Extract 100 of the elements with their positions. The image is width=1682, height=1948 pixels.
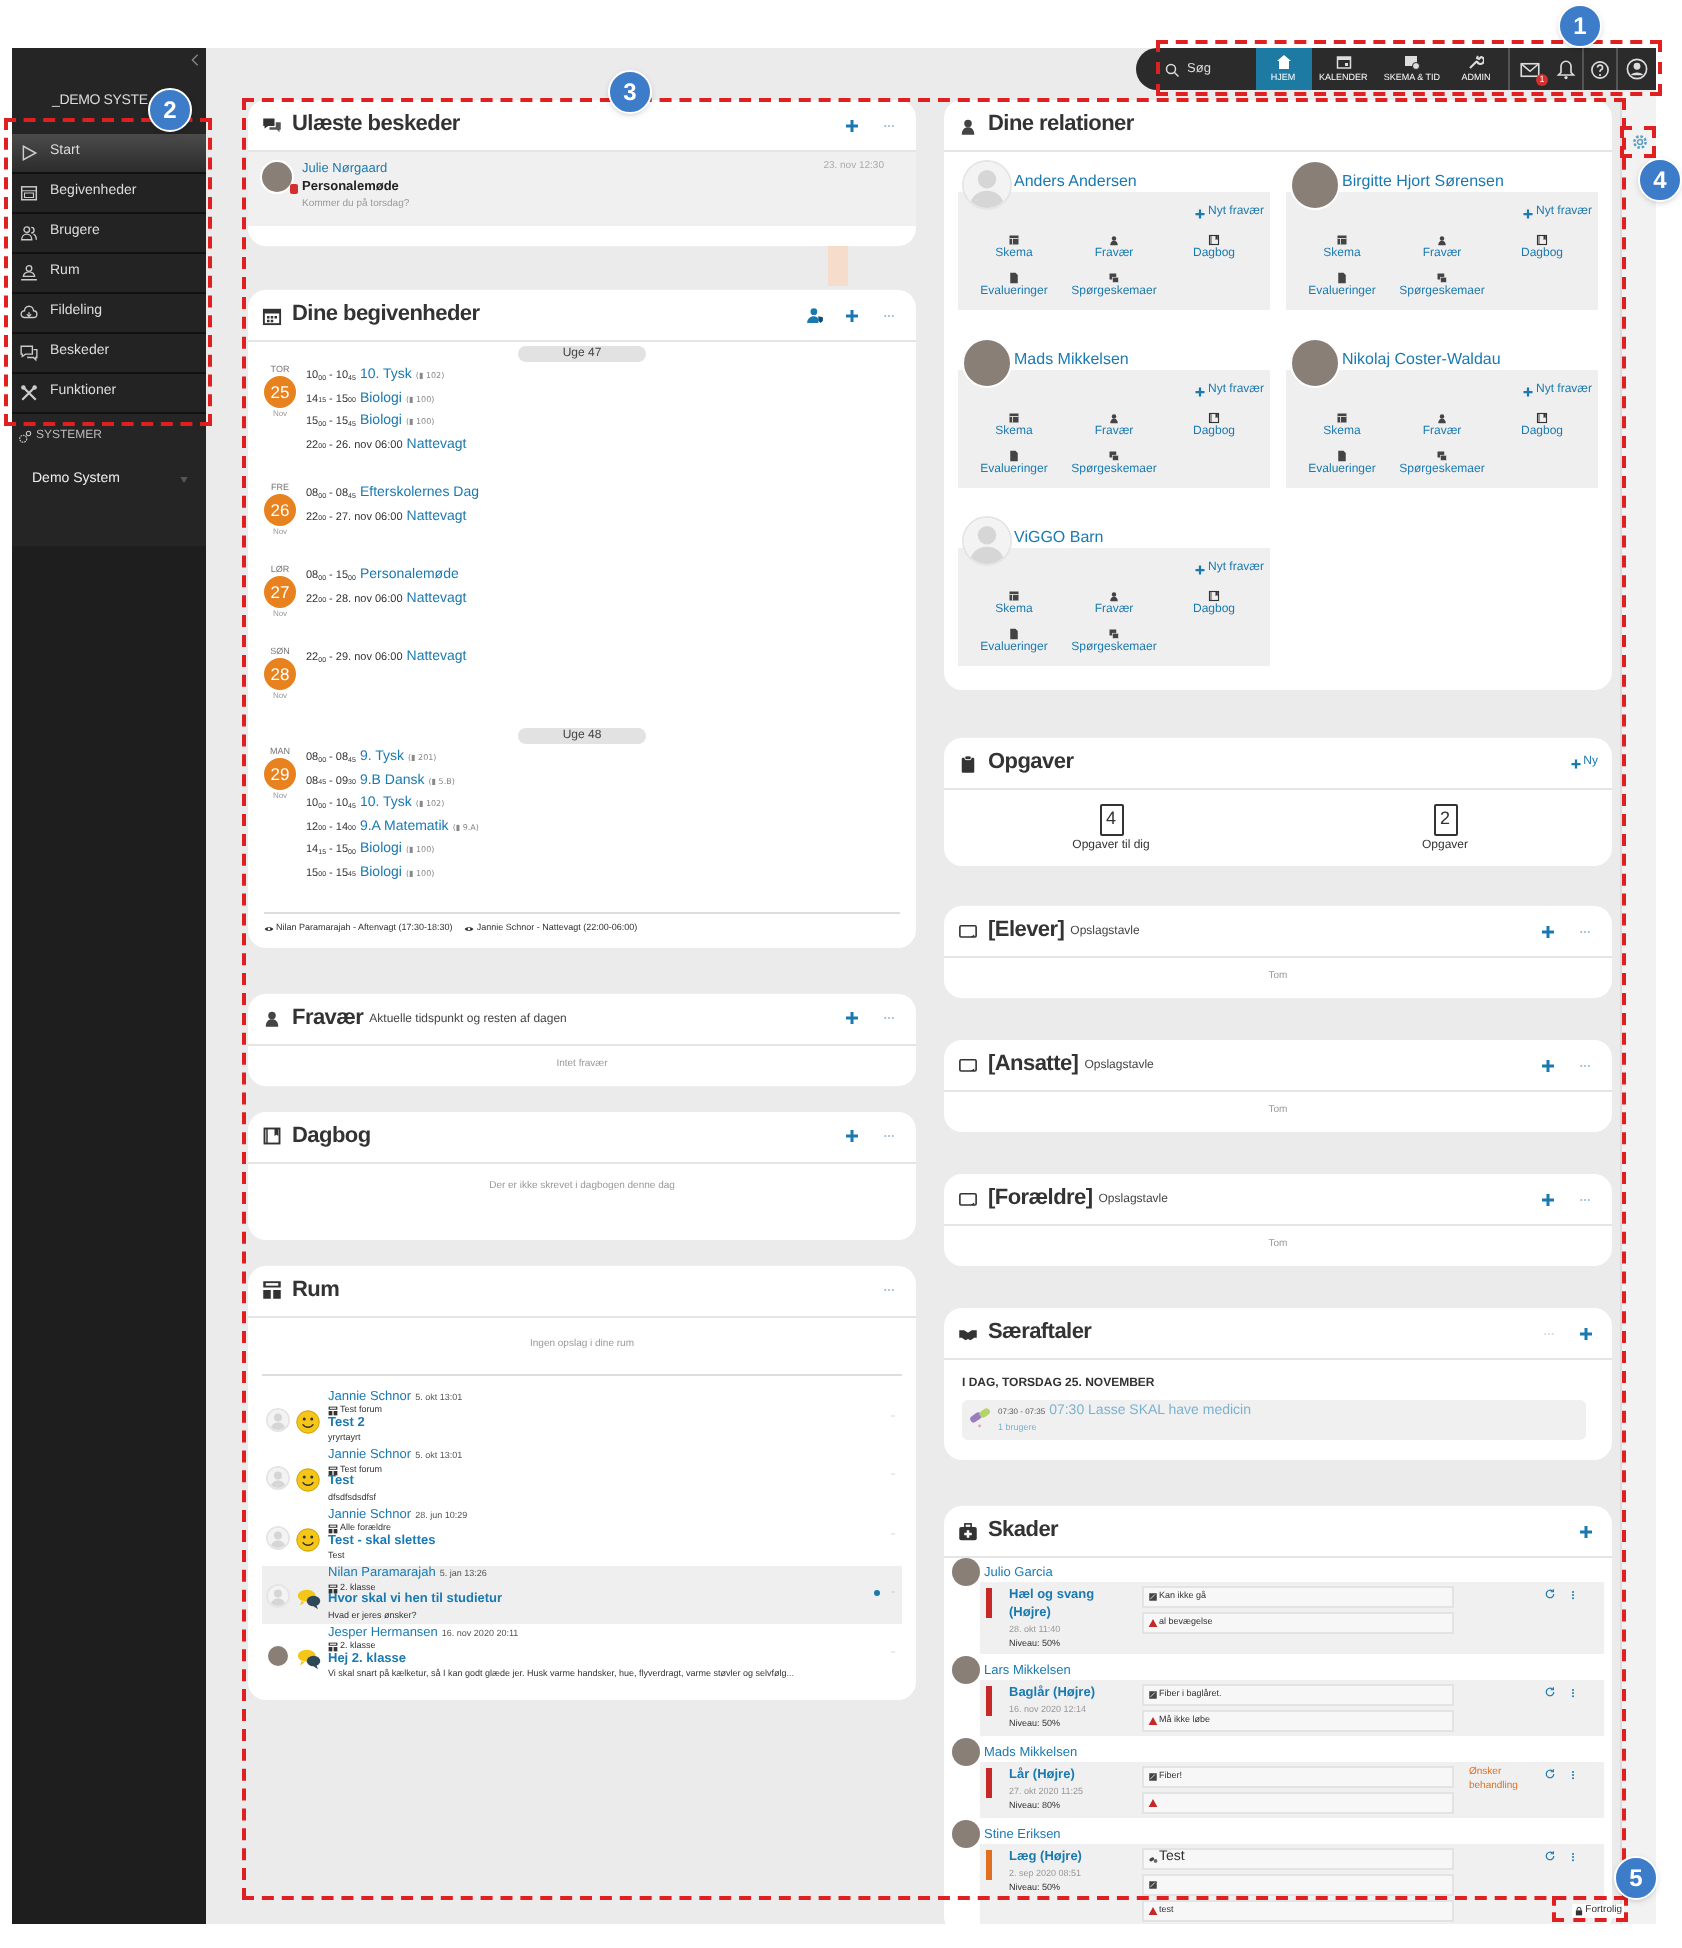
avatar-photo bbox=[952, 1558, 980, 1586]
settings-icon[interactable] bbox=[1630, 132, 1650, 152]
cloud-icon bbox=[20, 303, 38, 321]
refresh-icon[interactable] bbox=[1543, 1768, 1555, 1780]
add-icon[interactable] bbox=[1540, 923, 1556, 939]
first-aid-icon bbox=[958, 1521, 978, 1541]
add-icon[interactable] bbox=[1540, 1191, 1556, 1207]
note-icon bbox=[1147, 1880, 1157, 1890]
warning-icon bbox=[1147, 1906, 1157, 1916]
rooms-icon bbox=[328, 1524, 338, 1534]
add-icon[interactable] bbox=[1540, 1057, 1556, 1073]
eye-icon bbox=[264, 923, 274, 934]
calendar-icon bbox=[20, 183, 38, 201]
note-icon bbox=[1147, 1772, 1157, 1782]
schedule-icon bbox=[1336, 412, 1348, 424]
calendar-icon bbox=[262, 305, 282, 325]
add-icon bbox=[1521, 385, 1534, 397]
avatar-photo bbox=[260, 160, 294, 194]
add-icon[interactable] bbox=[844, 1010, 860, 1027]
card-title: Rum bbox=[292, 1276, 340, 1306]
card-title: [Forældre] bbox=[988, 1184, 1093, 1215]
date-badge: 28 bbox=[264, 658, 296, 690]
help-icon[interactable] bbox=[1590, 59, 1610, 79]
rooms-icon bbox=[328, 1465, 338, 1475]
avatar-photo bbox=[952, 1656, 980, 1684]
systems-icon bbox=[18, 429, 32, 443]
callout-badge: 1 bbox=[1558, 4, 1602, 48]
person-icon bbox=[958, 115, 978, 135]
play-icon bbox=[20, 143, 38, 161]
person-link[interactable]: ViGGO Barn bbox=[1014, 528, 1104, 548]
card-title: Skader bbox=[988, 1516, 1059, 1547]
user-shield-icon[interactable] bbox=[806, 306, 824, 324]
person-icon bbox=[1436, 412, 1448, 424]
schedule-icon bbox=[1008, 412, 1020, 424]
speech-bubbles-icon bbox=[296, 1645, 322, 1670]
person-link[interactable]: Mads Mikkelsen bbox=[1014, 350, 1129, 370]
person-icon bbox=[1108, 234, 1120, 246]
survey-icon bbox=[1436, 450, 1448, 462]
search-icon bbox=[1163, 61, 1180, 77]
add-icon[interactable] bbox=[844, 307, 860, 323]
survey-icon bbox=[1108, 272, 1120, 284]
add-icon[interactable] bbox=[1578, 1325, 1594, 1341]
card-title: [Elever] bbox=[988, 916, 1065, 947]
add-icon[interactable] bbox=[1578, 1523, 1594, 1539]
mail-icon[interactable] bbox=[1518, 59, 1542, 79]
person-link[interactable]: Birgitte Hjort Sørensen bbox=[1342, 172, 1504, 192]
schedule-icon bbox=[1403, 54, 1420, 70]
document-icon bbox=[1336, 450, 1348, 462]
schedule-icon bbox=[1336, 234, 1348, 246]
card-title: Dine begivenheder bbox=[292, 300, 480, 331]
date-badge: 29 bbox=[264, 758, 296, 790]
add-icon[interactable] bbox=[844, 117, 860, 133]
person-icon bbox=[262, 1008, 282, 1029]
note-icon bbox=[1147, 1690, 1157, 1700]
refresh-icon[interactable] bbox=[1543, 1850, 1555, 1862]
person-icon bbox=[20, 263, 38, 281]
home-icon bbox=[1275, 54, 1292, 70]
document-icon bbox=[1008, 450, 1020, 462]
warning-icon bbox=[1147, 1618, 1157, 1628]
person-link[interactable]: Nikolaj Coster-Waldau bbox=[1342, 350, 1501, 370]
task-count: 4 bbox=[1099, 804, 1123, 836]
add-icon bbox=[1193, 385, 1206, 397]
refresh-icon[interactable] bbox=[1543, 1588, 1555, 1600]
person-link[interactable]: Anders Andersen bbox=[1014, 172, 1137, 192]
account-icon[interactable] bbox=[1626, 58, 1648, 80]
diary-icon bbox=[1536, 234, 1548, 246]
avatar-photo bbox=[952, 1738, 980, 1766]
board-icon bbox=[958, 1055, 978, 1075]
chat-icon bbox=[262, 115, 282, 135]
person-icon bbox=[1436, 234, 1448, 246]
rooms-icon bbox=[328, 1406, 338, 1416]
collapse-chevron-icon[interactable] bbox=[188, 52, 202, 68]
person-icon bbox=[1108, 412, 1120, 424]
date-badge: 26 bbox=[264, 494, 296, 526]
bell-icon[interactable] bbox=[1556, 59, 1576, 79]
caret-icon bbox=[178, 473, 190, 486]
add-icon bbox=[1193, 563, 1206, 575]
users-icon bbox=[20, 223, 38, 241]
add-icon bbox=[1569, 757, 1582, 769]
calendar-icon bbox=[1335, 54, 1352, 70]
document-icon bbox=[1008, 272, 1020, 284]
person-icon bbox=[1108, 590, 1120, 602]
diary-icon bbox=[262, 1126, 282, 1147]
schedule-icon bbox=[1008, 234, 1020, 246]
diary-icon bbox=[1208, 234, 1220, 246]
refresh-icon[interactable] bbox=[1543, 1686, 1555, 1698]
warning-icon bbox=[1147, 1798, 1157, 1808]
add-icon[interactable] bbox=[844, 1128, 860, 1145]
wrench-icon bbox=[1468, 54, 1484, 70]
task-count: 2 bbox=[1433, 804, 1457, 836]
callout-badge: 4 bbox=[1638, 158, 1682, 202]
add-icon bbox=[1521, 207, 1534, 219]
add-icon bbox=[1193, 207, 1206, 219]
card-title: Dine relationer bbox=[988, 110, 1134, 141]
survey-icon bbox=[1108, 450, 1120, 462]
diary-icon bbox=[1208, 412, 1220, 424]
document-icon bbox=[1336, 272, 1348, 284]
diary-icon bbox=[1208, 590, 1220, 602]
smiley-icon bbox=[296, 1527, 320, 1552]
diary-icon bbox=[1536, 412, 1548, 424]
